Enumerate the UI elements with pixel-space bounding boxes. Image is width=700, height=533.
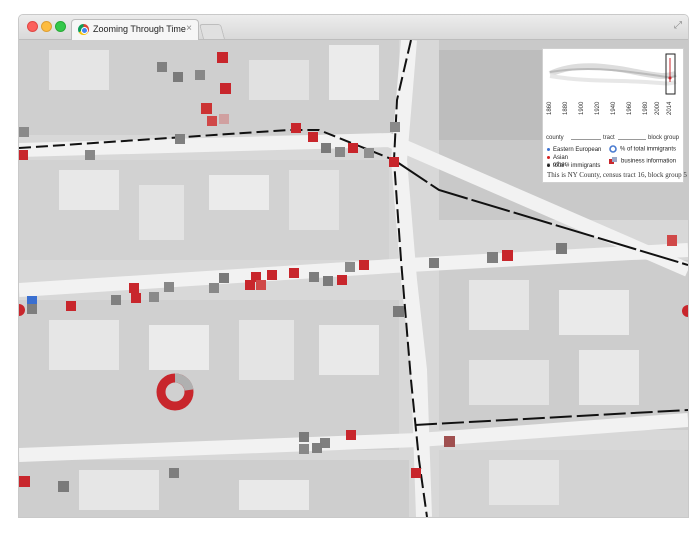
legend-panel: 1860 1880 1900 1920 1940 1960 1980 2000 … <box>542 48 687 183</box>
chrome-favicon-icon <box>78 24 89 35</box>
timeline-chart[interactable] <box>546 52 680 96</box>
browser-tab[interactable]: Zooming Through Time × <box>71 19 199 40</box>
timeline-year: 2000 <box>655 101 661 115</box>
map-viewport[interactable]: 1860 1880 1900 1920 1940 1960 1980 2000 … <box>19 40 688 517</box>
legend-ring-item: % of total immigrants <box>609 145 676 153</box>
legend-dot-icon <box>547 163 550 167</box>
legend-item: Eastern European <box>547 147 601 153</box>
new-tab-button[interactable] <box>198 24 226 39</box>
level-track <box>618 139 646 140</box>
legend-business-item: business information <box>609 157 676 165</box>
legend-item: total # immigrants <box>547 163 600 169</box>
legend-dot-icon <box>547 147 550 151</box>
geography-level-slider[interactable]: county tract block group <box>546 135 682 145</box>
timeline-year: 1940 <box>611 101 617 115</box>
level-county[interactable]: county <box>546 135 564 141</box>
title-bar: Zooming Through Time × ⤢ <box>19 15 688 40</box>
legend-dot-icon <box>547 155 550 159</box>
ring-icon <box>609 145 617 153</box>
timeline-year: 1960 <box>627 101 633 115</box>
timeline-year: 1980 <box>643 101 649 115</box>
level-block-group[interactable]: block group <box>648 135 679 141</box>
minimize-window-button[interactable] <box>41 21 52 32</box>
business-squares-icon <box>609 157 617 164</box>
browser-window: Zooming Through Time × ⤢ 1860 1880 1900 … <box>18 14 689 518</box>
maximize-window-button[interactable] <box>55 21 66 32</box>
level-tract[interactable]: tract <box>603 135 615 141</box>
timeline-year: 1880 <box>563 101 569 115</box>
fullscreen-icon[interactable]: ⤢ <box>674 20 682 31</box>
level-track <box>571 139 601 140</box>
tab-close-icon[interactable]: × <box>186 23 192 34</box>
timeline-year: 1920 <box>595 101 601 115</box>
timeline-year: 1860 <box>547 101 553 115</box>
timeline-year: 1900 <box>579 101 585 115</box>
location-caption: This is NY County, census tract 16, bloc… <box>547 171 687 179</box>
close-window-button[interactable] <box>27 21 38 32</box>
legend-item: Asian <box>547 155 568 161</box>
tab-title: Zooming Through Time <box>93 24 186 34</box>
timeline-year: 2014 <box>667 101 673 115</box>
